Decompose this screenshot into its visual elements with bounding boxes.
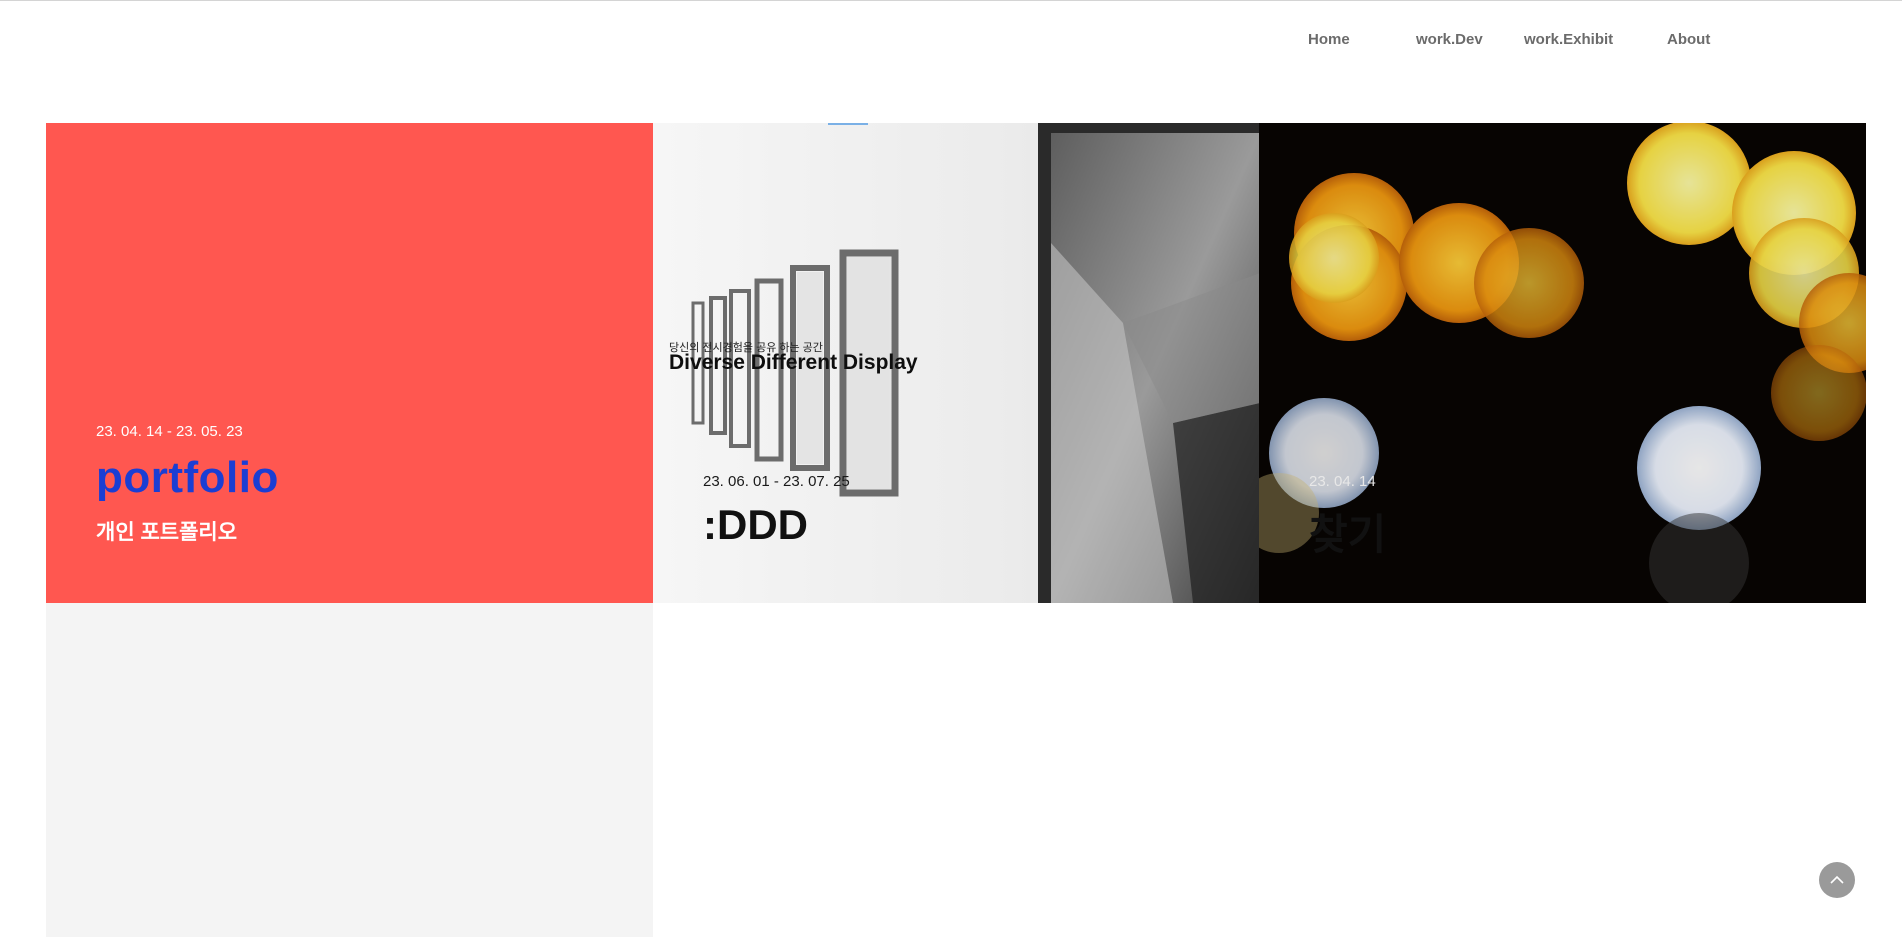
top-divider (0, 0, 1902, 1)
project-card-ddd[interactable]: 당신의 전시경험을 공유 하는 공간 Diverse Different Dis… (653, 123, 1260, 603)
scroll-to-top-button[interactable] (1819, 862, 1855, 898)
project-headline: Diverse Different Display (669, 351, 918, 374)
project-title: :DDD (703, 501, 808, 548)
nav-about[interactable]: About (1667, 31, 1710, 48)
project-title: 찾기 (1309, 511, 1387, 558)
project-card-find[interactable]: 23. 04. 14 찾기 (1259, 123, 1866, 603)
project-date: 23. 04. 14 (1309, 473, 1376, 490)
empty-card-slot (46, 603, 653, 937)
project-subtitle: 개인 포트폴리오 (96, 521, 238, 544)
nav-work-dev[interactable]: work.Dev (1416, 31, 1483, 48)
project-date: 23. 04. 14 - 23. 05. 23 (96, 423, 243, 440)
nav-home[interactable]: Home (1308, 31, 1350, 48)
nav-work-exhibit[interactable]: work.Exhibit (1524, 31, 1613, 48)
chevron-up-icon (1830, 875, 1844, 884)
project-date: 23. 06. 01 - 23. 07. 25 (703, 473, 850, 490)
project-card-portfolio[interactable]: 23. 04. 14 - 23. 05. 23 portfolio 개인 포트폴… (46, 123, 653, 603)
project-title: portfolio (96, 453, 279, 502)
